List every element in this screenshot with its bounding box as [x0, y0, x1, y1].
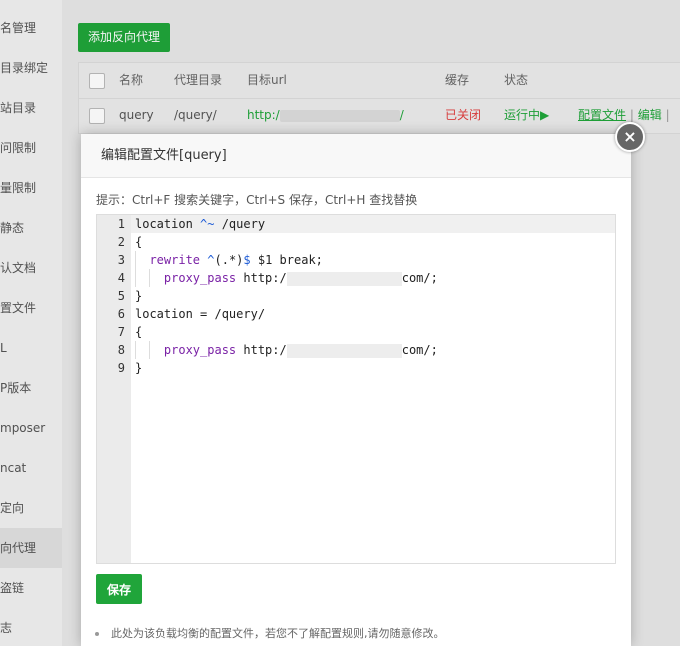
dialog-title: 编辑配置文件[query]	[101, 148, 227, 163]
line-number: 6	[117, 307, 125, 321]
code-editor[interactable]: 1 2 3 4 5 6 7 8 9 location ^~ /query { rewrite ^…	[96, 214, 616, 564]
code-line-1[interactable]: location ^~ /query	[135, 215, 265, 233]
redacted-block	[286, 343, 402, 358]
editor-hint: 提示：Ctrl+F 搜索关键字，Ctrl+S 保存，Ctrl+H 查找替换	[96, 193, 418, 207]
save-button[interactable]: 保存	[96, 574, 142, 604]
line-number: 1	[117, 217, 125, 231]
line-number: 9	[117, 361, 125, 375]
line-number: 5	[117, 289, 125, 303]
code-line-5[interactable]: }	[135, 287, 142, 305]
line-number: 2	[117, 235, 125, 249]
line-number: 8	[117, 343, 125, 357]
code-line-4[interactable]: proxy_pass http:/com/;	[135, 269, 438, 287]
line-number: 7	[117, 325, 125, 339]
config-warning-note: 此处为该负载均衡的配置文件，若您不了解配置规则,请勿随意修改。	[95, 625, 445, 641]
code-line-9[interactable]: }	[135, 359, 142, 377]
bullet-icon	[95, 632, 99, 636]
dialog-header: 编辑配置文件[query]	[81, 134, 631, 178]
redacted-block	[286, 271, 402, 286]
code-line-8[interactable]: proxy_pass http:/com/;	[135, 341, 438, 359]
close-icon[interactable]: ×	[615, 122, 645, 152]
code-line-2[interactable]: {	[135, 233, 142, 251]
code-line-3[interactable]: rewrite ^(.*)$ $1 break;	[135, 251, 322, 269]
edit-config-dialog: 编辑配置文件[query] 提示：Ctrl+F 搜索关键字，Ctrl+S 保存，…	[81, 134, 631, 646]
code-line-7[interactable]: {	[135, 323, 142, 341]
line-number-gutter: 1 2 3 4 5 6 7 8 9	[97, 215, 131, 563]
code-line-6[interactable]: location = /query/	[135, 305, 265, 323]
line-number: 3	[117, 253, 125, 267]
line-number: 4	[117, 271, 125, 285]
